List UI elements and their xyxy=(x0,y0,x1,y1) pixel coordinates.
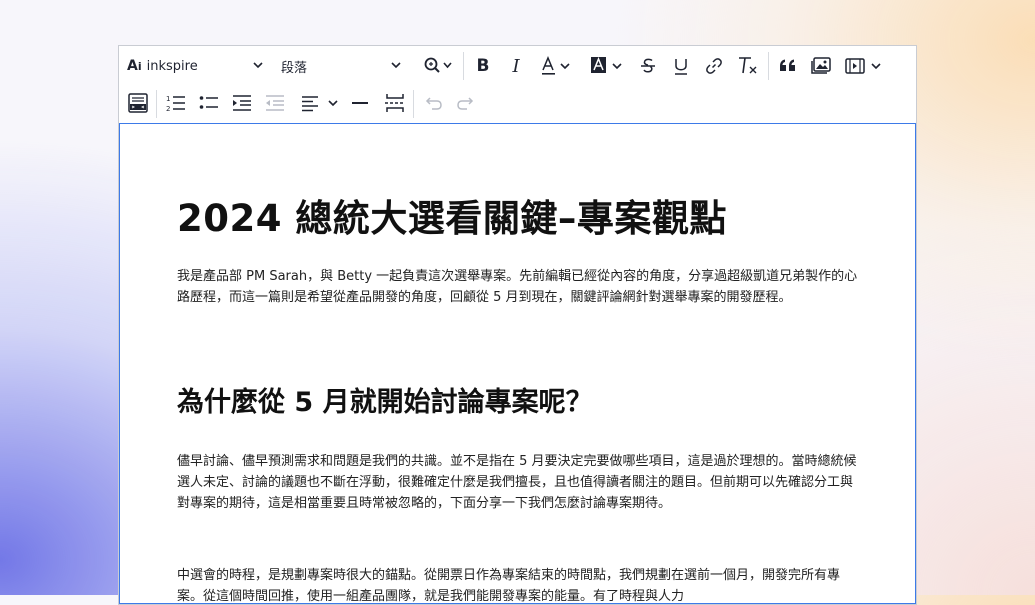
indent-icon xyxy=(233,95,251,111)
numbered-list-icon: 1 2 xyxy=(166,95,185,113)
italic-icon: I xyxy=(512,55,520,77)
find-replace-button[interactable] xyxy=(417,54,457,78)
horizontal-line-button[interactable] xyxy=(348,91,372,115)
font-icon: Ai xyxy=(127,58,142,74)
paragraph-style-dropdown[interactable]: 段落 xyxy=(281,56,401,76)
insert-image-button[interactable] xyxy=(808,54,834,78)
rich-text-editor: Ai inkspire 段落 B I 1 2 2024 總統大選看關鍵–專案觀點… xyxy=(118,45,917,605)
highlight-color-icon xyxy=(591,57,622,73)
page-break-button[interactable] xyxy=(383,91,407,115)
horizontal-line-icon xyxy=(352,102,368,104)
block-quote-button[interactable] xyxy=(776,54,800,78)
svg-text:1: 1 xyxy=(166,95,170,103)
font-family-dropdown[interactable]: Ai inkspire xyxy=(127,56,263,76)
editor-toolbar: Ai inkspire 段落 B I 1 2 xyxy=(119,46,916,124)
link-icon xyxy=(706,58,722,74)
chevron-down-icon xyxy=(253,62,263,69)
underline-button[interactable] xyxy=(669,54,693,78)
highlight-color-button[interactable] xyxy=(587,54,631,78)
toolbar-divider xyxy=(463,52,464,80)
section-heading: 為什麼從 5 月就開始討論專案呢？ xyxy=(177,387,593,418)
strikethrough-icon xyxy=(641,58,655,73)
paragraph-style-value: 段落 xyxy=(281,60,308,76)
align-left-icon xyxy=(302,96,338,112)
strikethrough-button[interactable] xyxy=(636,54,660,78)
undo-button[interactable] xyxy=(421,91,445,115)
numbered-list-button[interactable]: 1 2 xyxy=(164,91,188,115)
image-icon xyxy=(811,57,831,74)
bold-icon: B xyxy=(476,56,490,76)
insert-media-button[interactable] xyxy=(843,54,887,78)
quote-icon xyxy=(780,59,795,71)
toolbar-divider xyxy=(156,90,157,118)
redo-button[interactable] xyxy=(454,91,478,115)
font-color-icon xyxy=(542,56,570,75)
underline-icon xyxy=(675,59,687,75)
text-alignment-dropdown[interactable] xyxy=(299,91,343,115)
body-paragraph: 儘早討論、儘早預測需求和問題是我們的共識。並不是指在 5 月要決定完要做哪些項目… xyxy=(177,454,857,511)
chevron-down-icon xyxy=(391,62,401,69)
clear-formatting-icon xyxy=(739,57,757,74)
italic-button[interactable]: I xyxy=(504,54,528,78)
redo-icon xyxy=(457,97,474,110)
media-icon xyxy=(845,58,881,74)
indent-button[interactable] xyxy=(230,91,254,115)
bulleted-list-button[interactable] xyxy=(197,91,221,115)
bold-button[interactable]: B xyxy=(471,54,495,78)
undo-icon xyxy=(425,97,442,110)
html-embed-icon xyxy=(128,93,148,113)
find-replace-icon xyxy=(424,57,452,73)
svg-text:2: 2 xyxy=(166,105,170,113)
intro-paragraph: 我是產品部 PM Sarah，與 Betty 一起負責這次選舉專案。先前編輯已經… xyxy=(177,269,858,305)
clear-formatting-button[interactable] xyxy=(735,54,761,78)
link-button[interactable] xyxy=(702,54,726,78)
bulleted-list-icon xyxy=(199,96,218,109)
toolbar-divider xyxy=(413,90,414,118)
font-family-value: inkspire xyxy=(146,58,198,74)
article-heading: 2024 總統大選看關鍵–專案觀點 xyxy=(177,197,727,240)
outdent-icon xyxy=(266,95,284,111)
page-break-icon xyxy=(385,94,405,112)
toolbar-divider xyxy=(768,52,769,80)
outdent-button[interactable] xyxy=(263,91,287,115)
editor-content-area[interactable]: 2024 總統大選看關鍵–專案觀點 我是產品部 PM Sarah，與 Betty… xyxy=(119,123,916,604)
html-embed-button[interactable] xyxy=(126,91,150,115)
font-color-button[interactable] xyxy=(537,54,581,78)
body-paragraph: 中選會的時程，是規劃專案時很大的錨點。從開票日作為專案結束的時間點，我們規劃在選… xyxy=(177,568,841,604)
